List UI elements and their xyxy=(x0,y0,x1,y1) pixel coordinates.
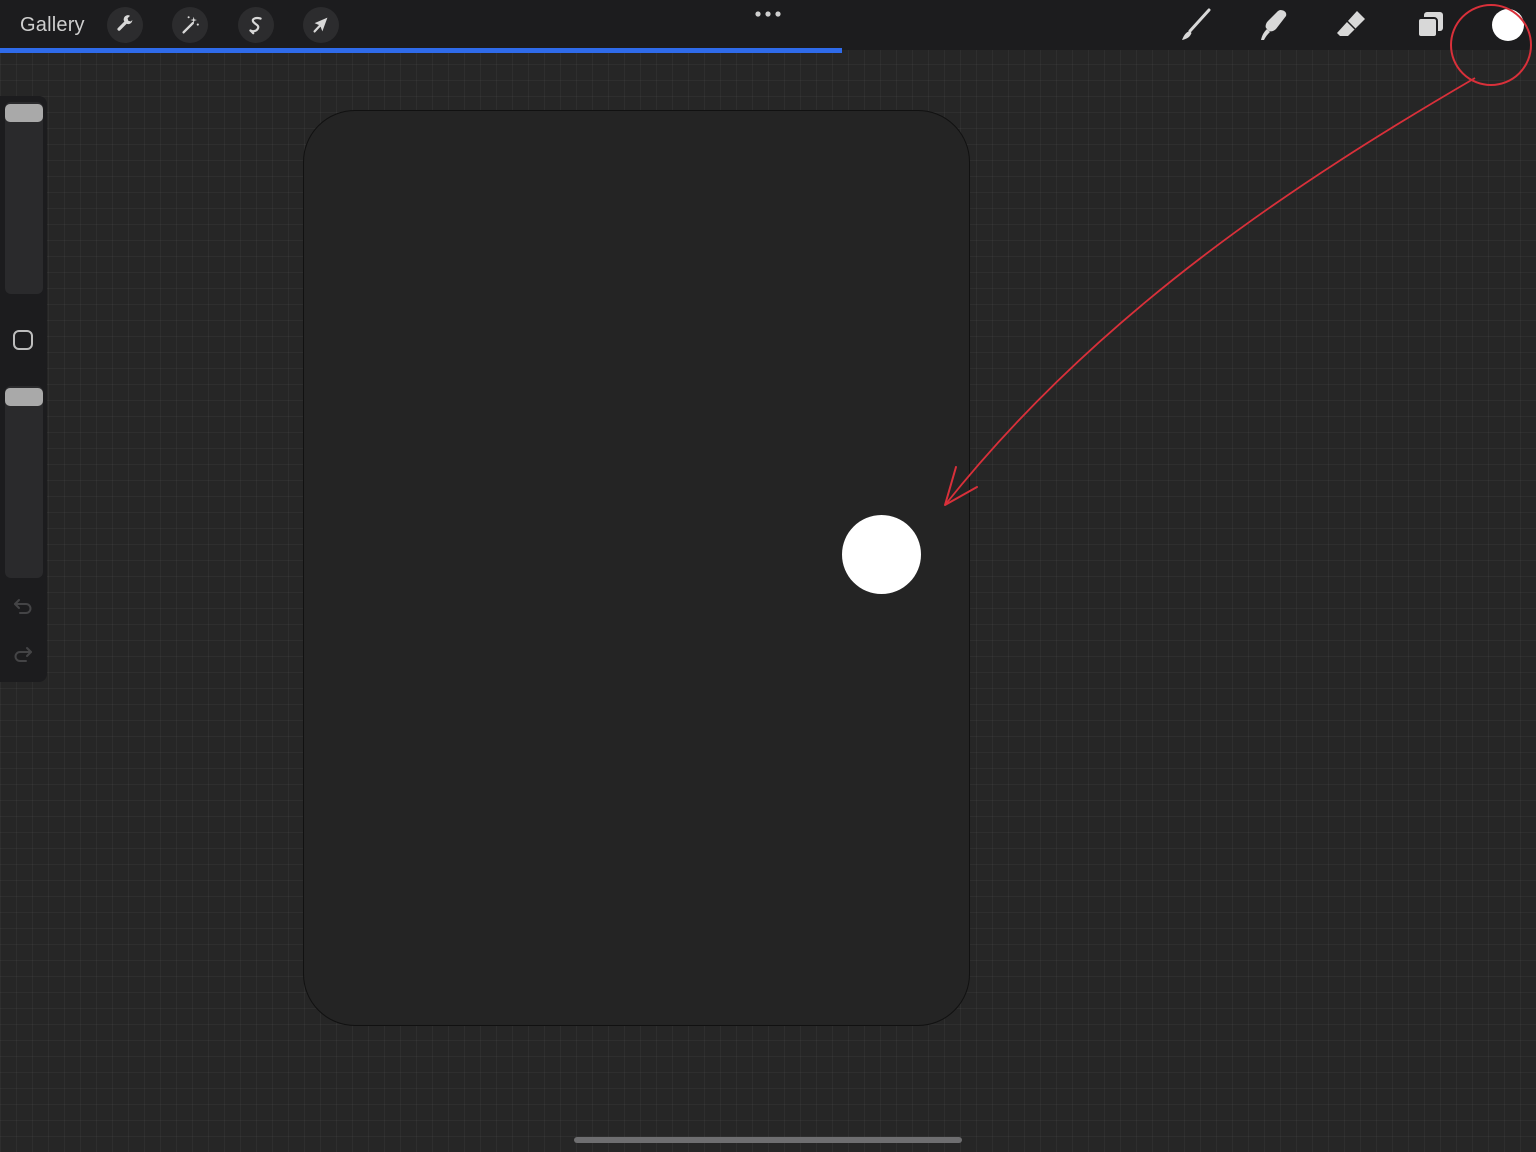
brush-size-slider[interactable] xyxy=(5,102,43,294)
undo-icon[interactable] xyxy=(11,594,35,618)
left-sidebar xyxy=(0,96,47,682)
opacity-slider[interactable] xyxy=(5,386,43,578)
progress-fill xyxy=(0,48,842,53)
procreate-app: Gallery xyxy=(0,0,1536,1152)
smudge-button[interactable] xyxy=(1252,5,1292,45)
magic-wand-icon xyxy=(182,16,199,34)
redo-icon[interactable] xyxy=(11,642,35,666)
transform-button[interactable] xyxy=(303,7,339,43)
layers-icon xyxy=(1417,12,1443,38)
eraser-button[interactable] xyxy=(1331,5,1371,45)
brush-size-thumb[interactable] xyxy=(5,104,43,122)
arrow-cursor-icon xyxy=(313,17,328,33)
brush-button[interactable] xyxy=(1174,5,1214,45)
selection-button[interactable] xyxy=(238,7,274,43)
home-indicator xyxy=(574,1137,962,1143)
annotation-arrow xyxy=(944,77,1476,506)
actions-button[interactable] xyxy=(107,7,143,43)
smudge-icon xyxy=(1261,10,1287,40)
white-dot-shape xyxy=(842,515,921,594)
wrench-icon xyxy=(117,15,133,31)
color-swatch[interactable] xyxy=(1492,9,1524,41)
progress-bar xyxy=(0,48,1536,53)
selection-s-icon xyxy=(249,16,262,35)
opacity-thumb[interactable] xyxy=(5,388,43,406)
square-modify-icon[interactable] xyxy=(13,330,33,350)
layers-button[interactable] xyxy=(1410,5,1450,45)
ellipsis-icon[interactable] xyxy=(750,4,786,24)
eraser-icon xyxy=(1337,11,1365,36)
adjustments-button[interactable] xyxy=(172,7,208,43)
brush-icon xyxy=(1182,8,1211,40)
gallery-button[interactable]: Gallery xyxy=(20,12,85,38)
top-toolbar: Gallery xyxy=(0,0,1536,50)
